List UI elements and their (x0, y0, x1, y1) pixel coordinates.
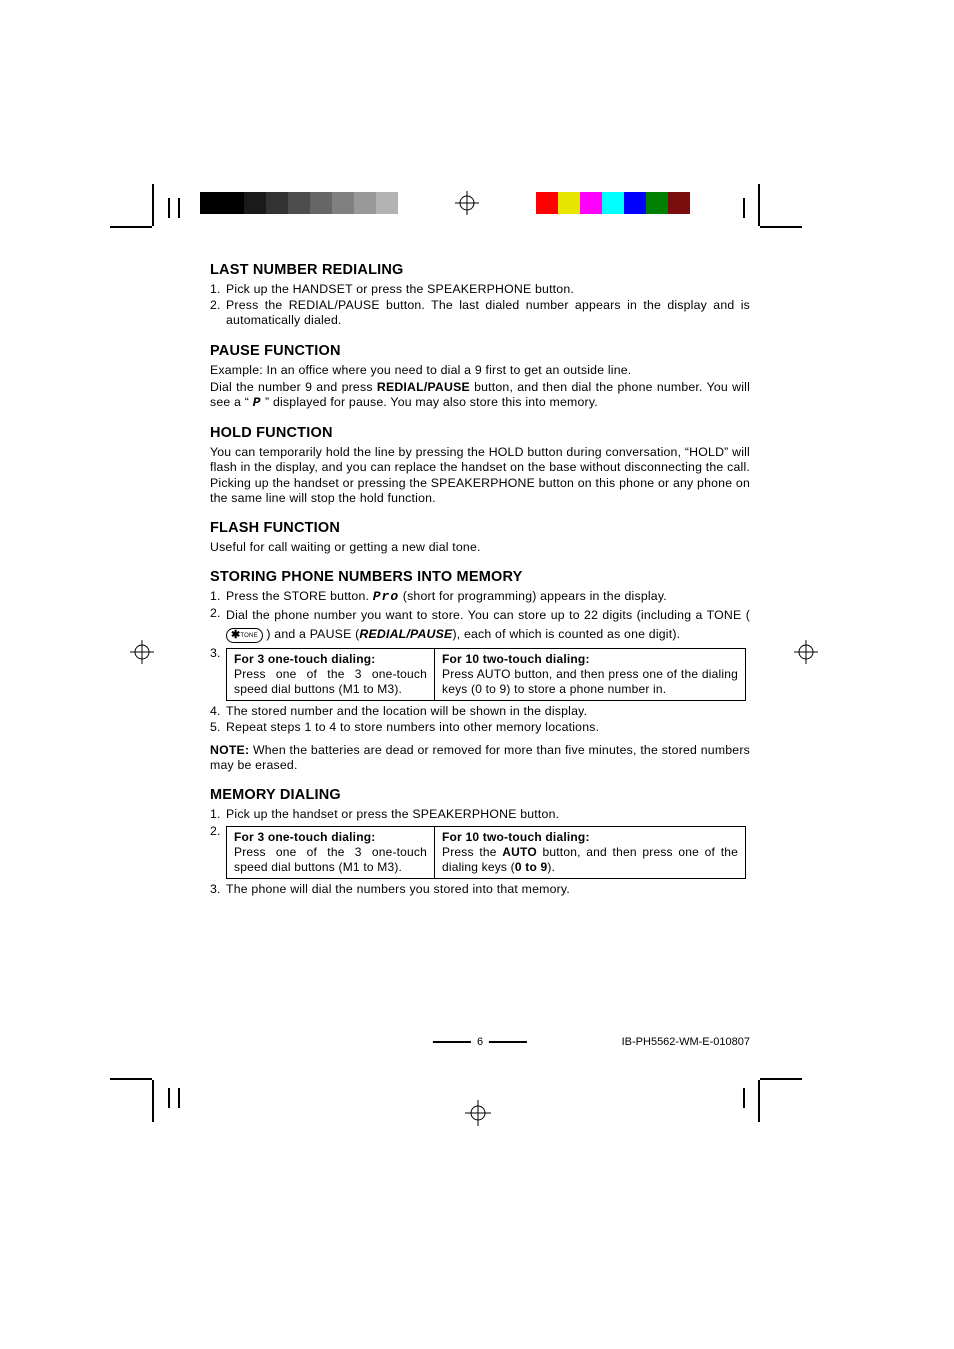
color-swatch (558, 192, 580, 214)
document-content: LAST NUMBER REDIALING 1.Pick up the HAND… (210, 262, 750, 898)
paragraph: Example: In an office where you need to … (210, 363, 750, 378)
registration-mark-icon (442, 192, 492, 214)
crop-mark (168, 1088, 170, 1108)
dash-icon (433, 1041, 471, 1043)
color-swatch (200, 192, 222, 214)
section-heading-store: STORING PHONE NUMBERS INTO MEMORY (210, 569, 750, 587)
crop-mark (152, 184, 154, 226)
dialing-options-table: For 3 one-touch dialing:Press one of the… (226, 648, 746, 701)
color-swatch (354, 192, 376, 214)
color-swatch (420, 192, 442, 214)
crop-mark (168, 198, 170, 218)
list-item: 2.Press the REDIAL/PAUSE button. The las… (210, 298, 750, 328)
crop-mark (178, 198, 180, 218)
tone-key-icon: ✱TONE (226, 628, 263, 643)
crop-mark (758, 184, 760, 226)
registration-mark-icon (130, 640, 154, 669)
color-calibration-bar (200, 192, 734, 214)
crop-mark (110, 226, 152, 228)
color-swatch (646, 192, 668, 214)
color-swatch (668, 192, 690, 214)
paragraph: Dial the number 9 and press REDIAL/PAUSE… (210, 380, 750, 411)
crop-mark (760, 1078, 802, 1080)
crop-mark (760, 226, 802, 228)
color-swatch (288, 192, 310, 214)
crop-mark (110, 1078, 152, 1080)
list-item: 2. For 3 one-touch dialing:Press one of … (210, 824, 750, 881)
list-item: 3. For 3 one-touch dialing:Press one of … (210, 646, 750, 703)
color-swatch (398, 192, 420, 214)
list-item: 1.Press the STORE button. Pro (short for… (210, 589, 750, 605)
section-heading-memdial: MEMORY DIALING (210, 787, 750, 805)
color-swatch (624, 192, 646, 214)
color-swatch (712, 192, 734, 214)
crop-mark (743, 1088, 745, 1108)
list-item: 1.Pick up the HANDSET or press the SPEAK… (210, 282, 750, 297)
color-swatch (580, 192, 602, 214)
color-swatch (376, 192, 398, 214)
list-item: 4.The stored number and the location wil… (210, 704, 750, 719)
list-item: 3.The phone will dial the numbers you st… (210, 882, 750, 897)
color-swatch (602, 192, 624, 214)
registration-mark-icon (465, 1100, 491, 1131)
document-code: IB-PH5562-WM-E-010807 (622, 1036, 750, 1048)
list-item: 2.Dial the phone number you want to stor… (210, 606, 750, 644)
color-swatch (492, 192, 514, 214)
section-heading-pause: PAUSE FUNCTION (210, 343, 750, 361)
color-swatch (332, 192, 354, 214)
page-number: 6 (433, 1036, 527, 1048)
dialing-options-table: For 3 one-touch dialing:Press one of the… (226, 826, 746, 879)
color-swatch (536, 192, 558, 214)
list-item: 1.Pick up the handset or press the SPEAK… (210, 807, 750, 822)
color-swatch (310, 192, 332, 214)
crop-mark (758, 1080, 760, 1122)
crop-mark (178, 1088, 180, 1108)
paragraph: Useful for call waiting or getting a new… (210, 540, 750, 555)
section-heading-hold: HOLD FUNCTION (210, 425, 750, 443)
section-heading-flash: FLASH FUNCTION (210, 520, 750, 538)
paragraph: You can temporarily hold the line by pre… (210, 445, 750, 506)
color-swatch (690, 192, 712, 214)
color-swatch (514, 192, 536, 214)
color-swatch (266, 192, 288, 214)
registration-mark-icon (794, 640, 818, 669)
note: NOTE: When the batteries are dead or rem… (210, 743, 750, 773)
color-swatch (244, 192, 266, 214)
color-swatch (222, 192, 244, 214)
crop-mark (743, 198, 745, 218)
list-item: 5.Repeat steps 1 to 4 to store numbers i… (210, 720, 750, 735)
section-heading-redial: LAST NUMBER REDIALING (210, 262, 750, 280)
dash-icon (489, 1041, 527, 1043)
crop-mark (152, 1080, 154, 1122)
